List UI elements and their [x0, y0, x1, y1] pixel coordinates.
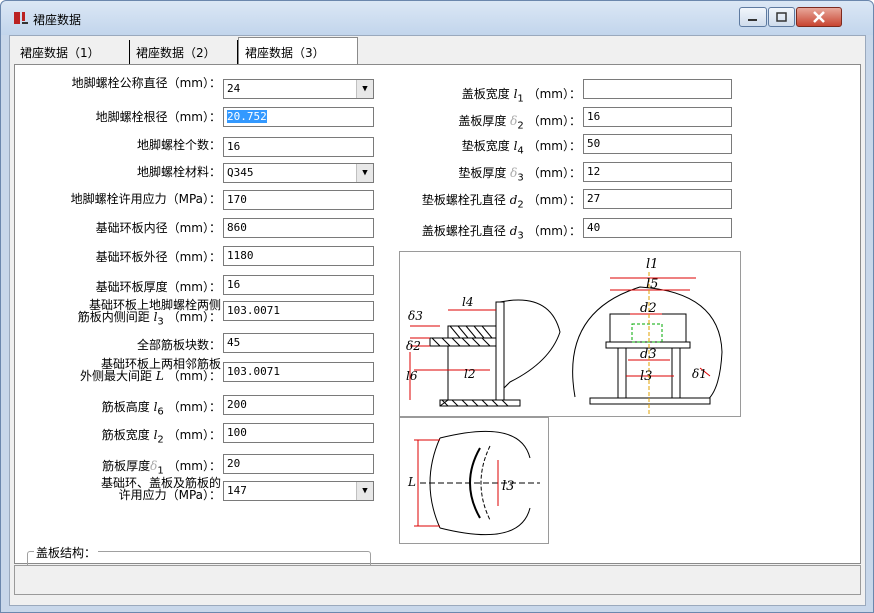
label-delta1: δ1	[692, 367, 707, 381]
tab-skirt-data-3[interactable]: 裙座数据（3）	[238, 37, 358, 65]
minimize-button[interactable]	[739, 7, 767, 27]
anchor-bolt-count-label: 地脚螺栓个数：	[136, 138, 221, 152]
chevron-down-icon[interactable]: ▼	[356, 164, 373, 182]
label-l6: l6	[406, 369, 418, 383]
rib-inner-gap-input[interactable]: 103.0071	[223, 301, 374, 321]
label-l3-plan: l3	[502, 479, 514, 494]
pad-hole-dia-input[interactable]: 27	[583, 189, 732, 209]
label-d3: d3	[640, 347, 657, 362]
rib-count-label: 全部筋板块数：	[136, 338, 221, 352]
anchor-bolt-material-select[interactable]: Q345 ▼	[223, 163, 374, 183]
tab-strip: 裙座数据（1） 裙座数据（2） 裙座数据（3）	[10, 36, 865, 65]
rib-count-input[interactable]: 45	[223, 333, 374, 353]
pad-width-input[interactable]: 50	[583, 134, 732, 154]
pad-hole-dia-label: 垫板螺栓孔直径 d2 （mm）：	[421, 193, 581, 211]
label-l1: l1	[646, 257, 658, 272]
chevron-down-icon[interactable]: ▼	[356, 482, 373, 500]
anchor-bolt-root-dia-label: 地脚螺栓根径（mm）：	[95, 110, 221, 124]
label-delta2: δ2	[406, 339, 421, 353]
allow-stress-select[interactable]: 147 ▼	[223, 481, 374, 501]
base-ring-thick-input[interactable]: 16	[223, 275, 374, 295]
allow-stress-label: 基础环、盖板及筋板的 许用应力（MPa）：	[100, 476, 221, 502]
status-bar	[14, 565, 861, 595]
anchor-bolt-allow-stress-label: 地脚螺栓许用应力（MPa）：	[70, 192, 221, 206]
anchor-bolt-allow-stress-input[interactable]: 170	[223, 190, 374, 210]
maximize-icon	[776, 12, 787, 22]
app-icon	[14, 12, 28, 24]
tab-panel: 地脚螺栓公称直径（mm）： 24 ▼ 地脚螺栓根径（mm）： 20.752 地脚螺…	[14, 64, 861, 591]
section-diagram: δ3 δ2 l6 l4 l2 l1 l5 d2 d3 l3 δ1	[399, 251, 741, 417]
rib-width-label: 筋板宽度 l2 （mm）：	[101, 428, 221, 446]
rib-outer-gap-input[interactable]: 103.0071	[223, 362, 374, 382]
section-diagram-svg: δ3 δ2 l6 l4 l2 l1 l5 d2 d3 l3 δ1	[406, 257, 723, 416]
cover-width-input[interactable]	[583, 79, 732, 99]
label-l4: l4	[462, 295, 473, 309]
anchor-bolt-material-label: 地脚螺栓材料：	[136, 165, 221, 179]
label-l2: l2	[464, 367, 475, 381]
label-delta3: δ3	[408, 309, 423, 323]
base-ring-thick-label: 基础环板厚度（mm）：	[95, 280, 221, 294]
label-l3: l3	[640, 369, 652, 384]
close-icon	[813, 11, 825, 23]
cover-structure-title: 盖板结构：	[34, 544, 99, 561]
close-button[interactable]	[796, 7, 842, 27]
cover-hole-dia-label: 盖板螺栓孔直径 d3 （mm）：	[421, 224, 581, 242]
plan-diagram-svg: L l3	[407, 430, 540, 536]
pad-thick-label: 垫板厚度 δ3 （mm）：	[458, 166, 581, 184]
rib-height-input[interactable]: 200	[223, 395, 374, 415]
maximize-button[interactable]	[768, 7, 795, 27]
anchor-bolt-nominal-dia-select[interactable]: 24 ▼	[223, 79, 374, 99]
base-ring-outer-label: 基础环板外径（mm）：	[95, 250, 221, 264]
base-ring-outer-input[interactable]: 1180	[223, 246, 374, 266]
minimize-icon	[748, 19, 757, 21]
anchor-bolt-root-dia-input[interactable]: 20.752	[223, 107, 374, 127]
label-l5: l5	[646, 277, 658, 292]
window: 裙座数据 裙座数据（1） 裙座数据（2） 裙座数据（3） 地脚螺栓公称直径（mm…	[0, 0, 874, 613]
tab-skirt-data-1[interactable]: 裙座数据（1）	[14, 40, 130, 64]
client-area: 裙座数据（1） 裙座数据（2） 裙座数据（3） 地脚螺栓公称直径（mm）： 24…	[9, 35, 866, 606]
base-ring-inner-label: 基础环板内径（mm）：	[95, 221, 221, 235]
rib-thick-label: 筋板厚度δ1 （mm）：	[102, 459, 221, 477]
base-ring-inner-input[interactable]: 860	[223, 218, 374, 238]
cover-width-label: 盖板宽度 l1 （mm）：	[461, 87, 581, 105]
cover-hole-dia-input[interactable]: 40	[583, 218, 732, 238]
anchor-bolt-count-input[interactable]: 16	[223, 137, 374, 157]
title-bar[interactable]: 裙座数据	[1, 1, 873, 35]
tab-skirt-data-2[interactable]: 裙座数据（2）	[130, 40, 238, 64]
rib-width-input[interactable]: 100	[223, 423, 374, 443]
plan-diagram: L l3	[399, 417, 549, 544]
pad-width-label: 垫板宽度 l4 （mm）：	[461, 139, 581, 157]
rib-height-label: 筋板高度 l6 （mm）：	[101, 400, 221, 418]
label-d2: d2	[640, 301, 657, 316]
window-title: 裙座数据	[33, 13, 82, 27]
label-L: L	[407, 475, 416, 489]
chevron-down-icon[interactable]: ▼	[356, 80, 373, 98]
cover-thick-label: 盖板厚度 δ2 （mm）：	[458, 114, 581, 132]
pad-thick-input[interactable]: 12	[583, 162, 732, 182]
anchor-bolt-nominal-dia-label: 地脚螺栓公称直径（mm）：	[71, 76, 221, 90]
rib-inner-gap-label: 基础环板上地脚螺栓两侧 筋板内侧间距 l3 （mm）：	[77, 298, 221, 328]
cover-thick-input[interactable]: 16	[583, 107, 732, 127]
rib-outer-gap-label: 基础环板上两相邻筋板 外侧最大间距 L （mm）：	[79, 357, 221, 383]
rib-thick-input[interactable]: 20	[223, 454, 374, 474]
